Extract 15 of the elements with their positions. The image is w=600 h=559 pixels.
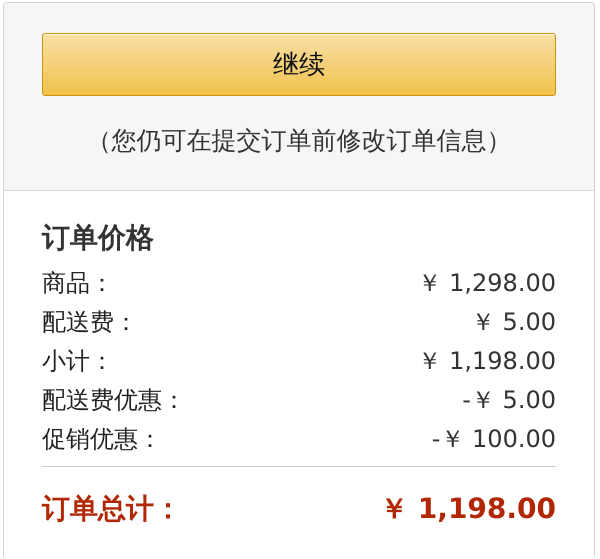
price-amount: ￥ 5.00 — [470, 306, 556, 338]
price-amount: -￥ 5.00 — [462, 384, 556, 416]
price-label: 配送费优惠： — [42, 384, 186, 416]
price-amount: -￥ 100.00 — [432, 424, 556, 454]
price-label: 小计： — [42, 346, 114, 376]
continue-button[interactable]: 继续 — [42, 33, 556, 96]
price-label: 促销优惠： — [42, 424, 162, 454]
edit-note: （您仍可在提交订单前修改订单信息） — [86, 125, 512, 157]
price-amount: ￥ 1,298.00 — [417, 268, 556, 298]
price-label: 商品： — [42, 268, 114, 298]
total-amount: ￥ 1,198.00 — [380, 491, 556, 527]
total-label: 订单总计： — [42, 491, 182, 527]
summary-title: 订单价格 — [42, 220, 155, 256]
price-label: 配送费： — [42, 306, 138, 338]
price-amount: ￥ 1,198.00 — [417, 346, 556, 376]
